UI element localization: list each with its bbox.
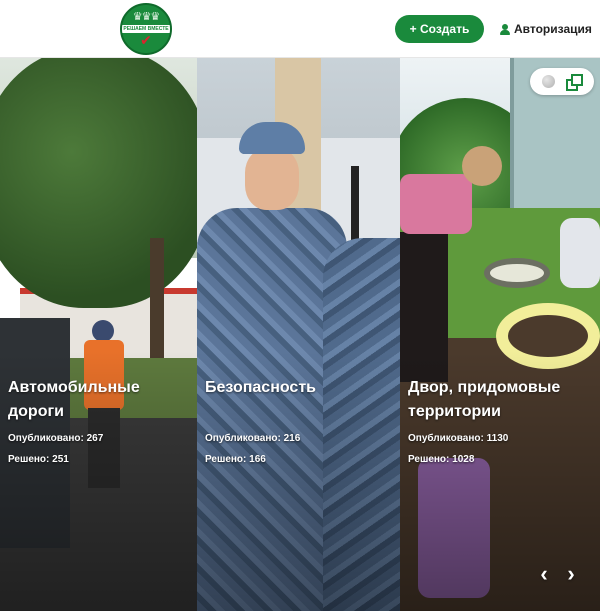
create-button[interactable]: + Создать	[395, 15, 484, 43]
category-published: Опубликовано: 216	[205, 433, 301, 444]
auth-link[interactable]: Авторизация	[500, 20, 592, 38]
view-toggle	[530, 68, 594, 95]
logo-check-icon: ✔	[140, 31, 152, 48]
globe-icon[interactable]	[542, 75, 555, 88]
category-title: Автомобильные дороги	[8, 379, 140, 420]
category-card-security[interactable]: Безопасность Опубликовано: 216 Решено: 1…	[197, 58, 400, 611]
windows-icon[interactable]	[566, 74, 583, 91]
category-solved: Решено: 1028	[408, 454, 475, 465]
create-button-label: + Создать	[409, 22, 470, 36]
category-slider: Автомобильные дороги Опубликовано: 267 Р…	[0, 58, 600, 611]
user-icon	[500, 23, 510, 35]
category-card-roads[interactable]: Автомобильные дороги Опубликовано: 267 Р…	[0, 58, 197, 611]
logo[interactable]: ♛♛♛ РЕШАЕМ ВМЕСТЕ ✔	[120, 3, 172, 55]
chevron-left-icon[interactable]: ‹	[534, 562, 554, 586]
chevron-right-icon[interactable]: ›	[561, 562, 581, 586]
site-header: ♛♛♛ РЕШАЕМ ВМЕСТЕ ✔ + Создать Авторизаци…	[0, 0, 600, 58]
category-published: Опубликовано: 267	[8, 433, 104, 444]
logo-crowns-icon: ♛♛♛	[132, 10, 161, 23]
category-card-yard[interactable]: Двор, придомовые территории Опубликовано…	[400, 58, 600, 611]
category-published: Опубликовано: 1130	[408, 433, 509, 444]
category-title: Безопасность	[205, 379, 316, 396]
category-solved: Решено: 166	[205, 454, 266, 465]
category-solved: Решено: 251	[8, 454, 69, 465]
category-title: Двор, придомовые территории	[408, 379, 561, 420]
auth-link-label: Авторизация	[514, 22, 592, 36]
